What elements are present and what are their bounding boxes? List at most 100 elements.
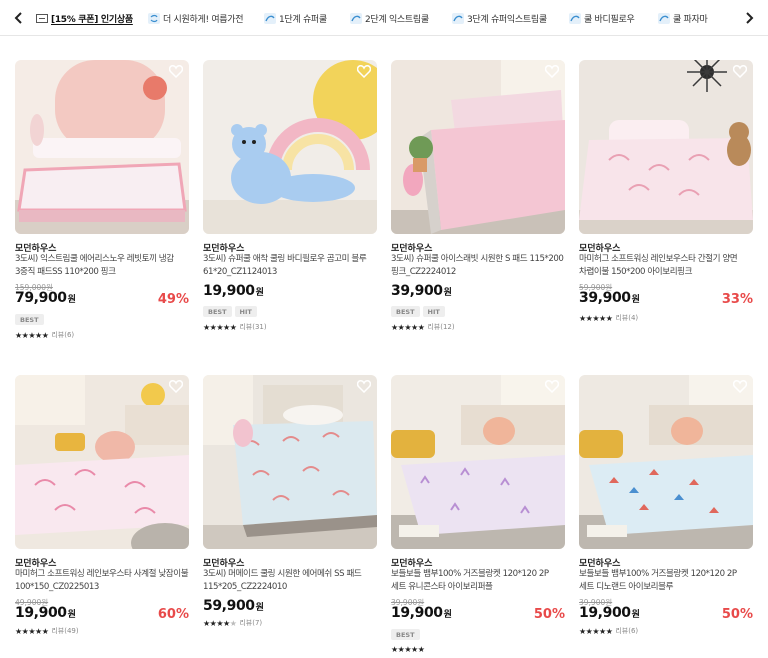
product-title[interactable]: 마미허그 소프트워싱 레인보우스타 간절기 양면 차렵이불 150*200 아이… [579, 253, 753, 278]
category-tabs: [15% 쿠폰] 인기상품 더 시원하게! 여름가전 1단계 슈퍼쿨 2단계 익… [34, 0, 730, 36]
product-title[interactable]: 마미허그 소프트워싱 레인보우스타 사계절 낮잠이불 100*150_CZ022… [15, 568, 189, 593]
wishlist-heart-icon[interactable] [169, 380, 183, 393]
wishlist-heart-icon[interactable] [357, 65, 371, 78]
tab-popular-coupon[interactable]: [15% 쿠폰] 인기상품 [36, 0, 133, 36]
currency: 원 [255, 603, 264, 613]
wishlist-heart-icon[interactable] [357, 380, 371, 393]
tab-cool-body-pillow[interactable]: 쿨 바디필로우 [569, 0, 635, 36]
price-value: 19,900 [203, 283, 255, 299]
price-value: 39,900 [579, 290, 631, 306]
product-title[interactable]: 3도씨) 머메이드 쿨링 시원한 에어메쉬 SS 패드 115*205_CZ22… [203, 568, 377, 593]
rating: ★★★★★ 리뷰(6) [579, 626, 638, 636]
tab-cool-pajama[interactable]: 쿨 파자마 [658, 0, 708, 36]
category-tab-bar: [15% 쿠폰] 인기상품 더 시원하게! 여름가전 1단계 슈퍼쿨 2단계 익… [0, 0, 768, 36]
price-value: 19,900 [391, 605, 443, 621]
wishlist-heart-icon[interactable] [733, 380, 747, 393]
badge-list: BEST HIT [203, 306, 257, 317]
currency: 원 [255, 288, 264, 298]
sale-price: 79,900원 [15, 290, 76, 306]
rating: ★★★★★ 리뷰(4) [579, 313, 638, 323]
chevron-right-icon [746, 12, 754, 24]
product-image[interactable] [203, 375, 377, 549]
wishlist-heart-icon[interactable] [545, 380, 559, 393]
star-rating-icon: ★★★★★ [579, 626, 613, 636]
sale-price: 39,900원 [391, 283, 452, 299]
price-value: 39,900 [391, 283, 443, 299]
rating: ★★★★★ 리뷰(12) [391, 322, 455, 332]
badge-list: BEST [15, 314, 44, 325]
currency: 원 [67, 610, 76, 620]
tab-summer-appliance[interactable]: 더 시원하게! 여름가전 [148, 0, 244, 36]
product-image[interactable] [391, 375, 565, 549]
sale-price: 39,900원 [579, 290, 640, 306]
currency: 원 [443, 610, 452, 620]
product-title[interactable]: 보들보들 뱀부100% 거즈블랑켓 120*120 2P 세트 디노랜드 아이보… [579, 568, 753, 593]
rating: ★★★★★ 리뷰(6) [15, 330, 74, 340]
sale-price: 59,900원 [203, 598, 264, 614]
star-rating-icon: ★★★★★ [579, 313, 613, 323]
price-value: 79,900 [15, 290, 67, 306]
discount-rate: 50% [533, 607, 565, 622]
star-rating-icon: ★★★★★ [203, 322, 237, 332]
review-count[interactable]: 리뷰(49) [51, 626, 78, 636]
best-badge: BEST [15, 314, 44, 325]
product-title[interactable]: 3도씨) 슈퍼쿨 애착 쿨링 바디필로우 곰고미 블루 61*20_CZ1124… [203, 253, 377, 278]
product-title[interactable]: 보들보들 뱀부100% 거즈블랑켓 120*120 2P 세트 유니콘스타 아이… [391, 568, 565, 593]
rating: ★★★★★ [391, 645, 425, 654]
discount-rate: 50% [721, 607, 753, 622]
tab-super-extremecool[interactable]: 3단계 슈퍼익스트림쿨 [452, 0, 547, 36]
cool-wave-icon [350, 12, 362, 24]
wishlist-heart-icon[interactable] [545, 65, 559, 78]
hit-badge: HIT [422, 306, 445, 317]
currency: 원 [631, 610, 640, 620]
best-badge: BEST [391, 629, 420, 640]
tab-label: 더 시원하게! 여름가전 [163, 14, 244, 25]
review-count[interactable]: 리뷰(6) [51, 330, 74, 340]
cool-wave-icon [264, 12, 276, 24]
product-image[interactable] [579, 60, 753, 234]
price-value: 19,900 [579, 605, 631, 621]
review-count[interactable]: 리뷰(4) [615, 313, 638, 323]
price-value: 59,900 [203, 598, 255, 614]
cool-wave-icon [658, 12, 670, 24]
tab-extremecool[interactable]: 2단계 익스트림쿨 [350, 0, 429, 36]
discount-rate: 60% [157, 607, 189, 622]
tabs-next-button[interactable] [738, 7, 760, 29]
cool-wave-icon [452, 12, 464, 24]
sale-price: 19,900원 [15, 605, 76, 621]
rating: ★★★★★ 리뷰(31) [203, 322, 267, 332]
tab-label: 2단계 익스트림쿨 [365, 14, 429, 25]
star-rating-icon: ★★★★★ [15, 626, 49, 636]
rating: ★★★★★ 리뷰(49) [15, 626, 79, 636]
tabs-prev-button[interactable] [8, 7, 30, 29]
tab-label: 3단계 슈퍼익스트림쿨 [467, 14, 547, 25]
tab-label: 쿨 파자마 [673, 14, 708, 25]
tab-label: 1단계 슈퍼쿨 [279, 14, 327, 25]
currency: 원 [443, 288, 452, 298]
badge-list: BEST [391, 629, 420, 640]
chevron-left-icon [14, 12, 22, 24]
discount-rate: 49% [157, 292, 189, 307]
review-count[interactable]: 리뷰(12) [427, 322, 454, 332]
tab-supercool[interactable]: 1단계 슈퍼쿨 [264, 0, 327, 36]
discount-rate: 33% [721, 292, 753, 307]
hit-badge: HIT [234, 306, 257, 317]
product-image[interactable] [203, 60, 377, 234]
review-count[interactable]: 리뷰(31) [239, 322, 266, 332]
tab-label: 쿨 바디필로우 [584, 14, 635, 25]
star-rating-icon: ★★★★★ [15, 330, 49, 340]
currency: 원 [631, 295, 640, 305]
review-count[interactable]: 리뷰(6) [615, 626, 638, 636]
wishlist-heart-icon[interactable] [733, 65, 747, 78]
cool-wave-icon [569, 12, 581, 24]
product-image[interactable] [391, 60, 565, 234]
review-count[interactable]: 리뷰(7) [239, 618, 262, 628]
product-image[interactable] [15, 375, 189, 549]
sale-price: 19,900원 [579, 605, 640, 621]
product-image[interactable] [15, 60, 189, 234]
product-title[interactable]: 3도씨) 슈퍼쿨 아이스래빗 시원한 S 패드 115*200 핑크_CZ222… [391, 253, 565, 278]
wishlist-heart-icon[interactable] [169, 65, 183, 78]
product-title[interactable]: 3도씨) 익스트림쿨 에어리스노우 레빗토끼 냉감 3중직 패드SS 110*2… [15, 253, 189, 278]
best-badge: BEST [391, 306, 420, 317]
product-image[interactable] [579, 375, 753, 549]
